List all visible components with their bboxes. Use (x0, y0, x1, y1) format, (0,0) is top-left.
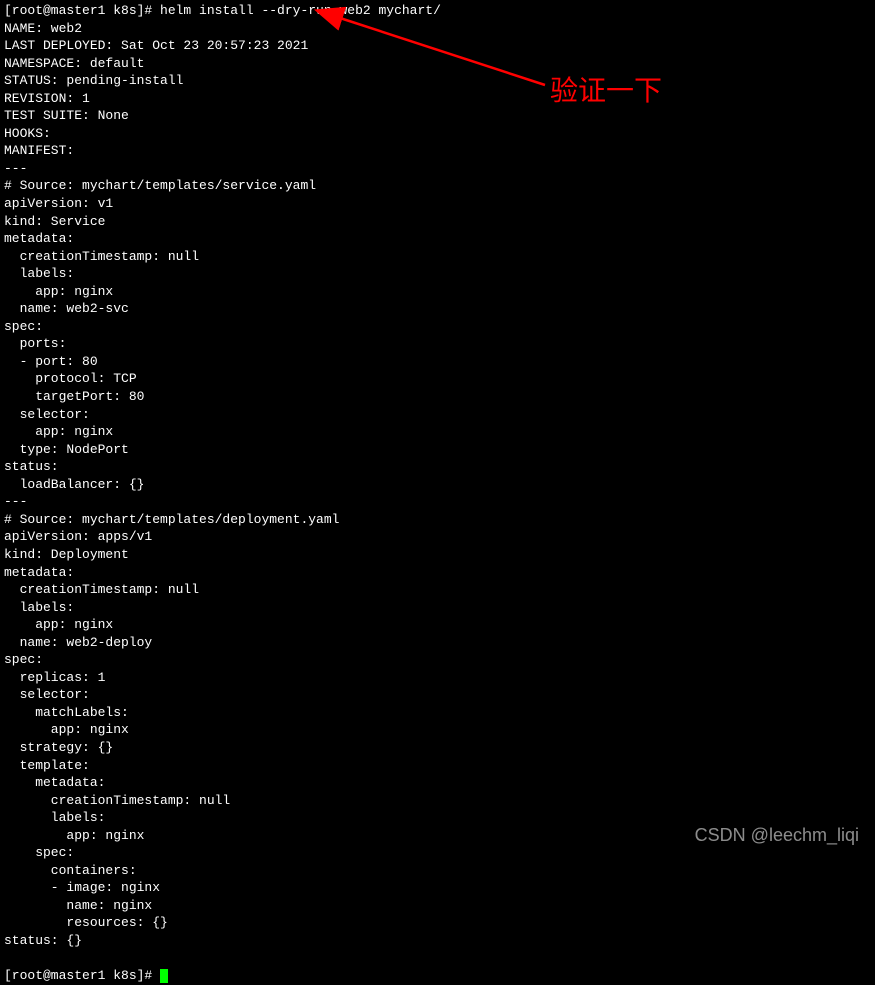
cursor-icon (160, 969, 168, 983)
shell-prompt: [root@master1 k8s]# (4, 3, 160, 18)
command-output: NAME: web2 LAST DEPLOYED: Sat Oct 23 20:… (4, 21, 339, 948)
annotation-text: 验证一下 (550, 72, 662, 110)
shell-prompt-2: [root@master1 k8s]# (4, 968, 160, 983)
command-text: helm install --dry-run web2 mychart/ (160, 3, 441, 18)
watermark-text: CSDN @leechm_liqi (695, 823, 859, 847)
